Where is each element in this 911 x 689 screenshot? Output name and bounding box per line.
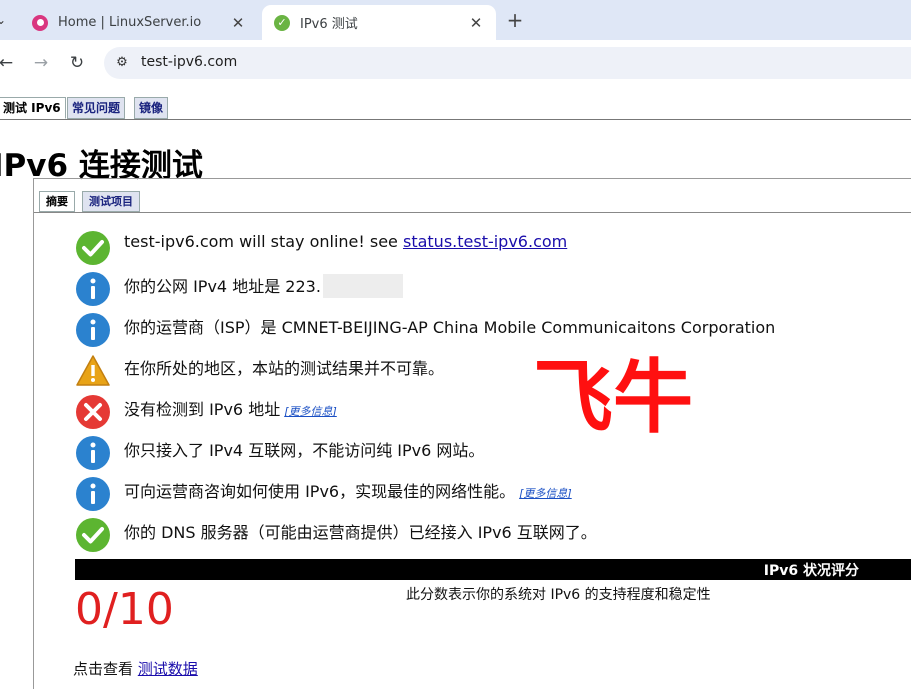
check-icon <box>76 518 110 552</box>
result-text: 你的 DNS 服务器（可能由运营商提供）已经接入 IPv6 互联网了。 <box>124 523 597 542</box>
result-text: 没有检测到 IPv6 地址 [更多信息] <box>124 400 337 419</box>
linuxserver-favicon-icon <box>32 14 48 31</box>
footer-line: 点击查看 测试数据 <box>73 660 198 678</box>
forward-arrow-icon[interactable]: → <box>31 52 51 74</box>
site-settings-icon[interactable]: ⚙ <box>114 55 130 71</box>
redacted-ip <box>322 273 403 298</box>
nav-tab-mirrors[interactable]: 镜像 <box>134 97 169 119</box>
result-text: 你只接入了 IPv4 互联网，不能访问纯 IPv6 网站。 <box>124 441 485 460</box>
more-info-link[interactable]: [更多信息] <box>284 405 337 418</box>
check-icon <box>76 231 110 265</box>
info-icon <box>76 477 110 511</box>
browser-toolbar: ← → ↻ ⚙ test-ipv6.com <box>0 40 911 86</box>
tab-summary[interactable]: 摘要 <box>39 191 75 212</box>
divider <box>34 212 911 213</box>
tab-linuxserver[interactable]: Home | LinuxServer.io ✕ <box>20 5 258 40</box>
tab-title: Home | LinuxServer.io <box>58 15 202 30</box>
result-text: test-ipv6.com will stay online! see stat… <box>124 232 568 251</box>
result-row: test-ipv6.com will stay online! see stat… <box>75 230 567 266</box>
info-icon <box>76 313 110 347</box>
close-tab-icon[interactable]: ✕ <box>228 14 248 32</box>
checkmark-favicon-icon: ✓ <box>274 14 290 31</box>
score-header: IPv6 状况评分 <box>75 559 911 580</box>
error-icon <box>76 395 110 429</box>
back-arrow-icon[interactable]: ← <box>0 52 16 74</box>
reload-icon[interactable]: ↻ <box>67 52 87 74</box>
info-icon <box>76 436 110 470</box>
nav-tab-faq[interactable]: 常见问题 <box>67 97 126 119</box>
result-row: 你只接入了 IPv4 互联网，不能访问纯 IPv6 网站。 <box>75 435 484 471</box>
tab-title: IPv6 测试 <box>300 17 358 32</box>
test-data-link[interactable]: 测试数据 <box>138 660 198 678</box>
result-text: 可向运营商咨询如何使用 IPv6，实现最佳的网络性能。 [更多信息] <box>124 482 572 501</box>
score-title: IPv6 状况评分 <box>763 563 859 579</box>
address-bar[interactable]: ⚙ test-ipv6.com <box>104 47 911 79</box>
tab-test-items[interactable]: 测试项目 <box>82 191 140 212</box>
ipv6-score: 0/10 <box>75 584 174 635</box>
nav-tab-test-ipv6[interactable]: 测试 IPv6 <box>0 97 66 119</box>
tab-search-chevron-icon[interactable]: ⌄ <box>0 12 12 28</box>
divider <box>0 119 911 120</box>
new-tab-button[interactable]: + <box>503 8 527 32</box>
watermark-text: 飞牛 <box>533 351 693 444</box>
score-description: 此分数表示你的系统对 IPv6 的支持程度和稳定性 <box>406 587 711 603</box>
result-row: 在你所处的地区，本站的测试结果并不可靠。 <box>75 353 444 389</box>
close-tab-icon[interactable]: ✕ <box>466 14 486 32</box>
result-row: 你的运营商（ISP）是 CMNET-BEIJING-AP China Mobil… <box>75 312 775 348</box>
result-row: 没有检测到 IPv6 地址 [更多信息] <box>75 394 337 430</box>
info-icon <box>76 272 110 306</box>
result-text: 你的公网 IPv4 地址是 223. <box>124 273 403 300</box>
result-text: 在你所处的地区，本站的测试结果并不可靠。 <box>124 359 445 378</box>
more-info-link[interactable]: [更多信息] <box>519 487 572 500</box>
tab-ipv6-test[interactable]: ✓ IPv6 测试 ✕ <box>262 5 496 40</box>
tab-strip: ⌄ Home | LinuxServer.io ✕ ✓ IPv6 测试 ✕ + <box>0 0 911 40</box>
web-page: 测试 IPv6 常见问题 镜像 IPv6 连接测试 摘要 测试项目 test-i… <box>0 86 911 689</box>
result-row: 你的 DNS 服务器（可能由运营商提供）已经接入 IPv6 互联网了。 <box>75 517 597 553</box>
warning-icon <box>76 355 110 386</box>
url-text[interactable]: test-ipv6.com <box>141 54 237 70</box>
status-link[interactable]: status.test-ipv6.com <box>403 232 567 251</box>
result-row: 你的公网 IPv4 地址是 223. <box>75 271 403 307</box>
result-text: 你的运营商（ISP）是 CMNET-BEIJING-AP China Mobil… <box>124 318 776 337</box>
result-row: 可向运营商咨询如何使用 IPv6，实现最佳的网络性能。 [更多信息] <box>75 476 572 512</box>
